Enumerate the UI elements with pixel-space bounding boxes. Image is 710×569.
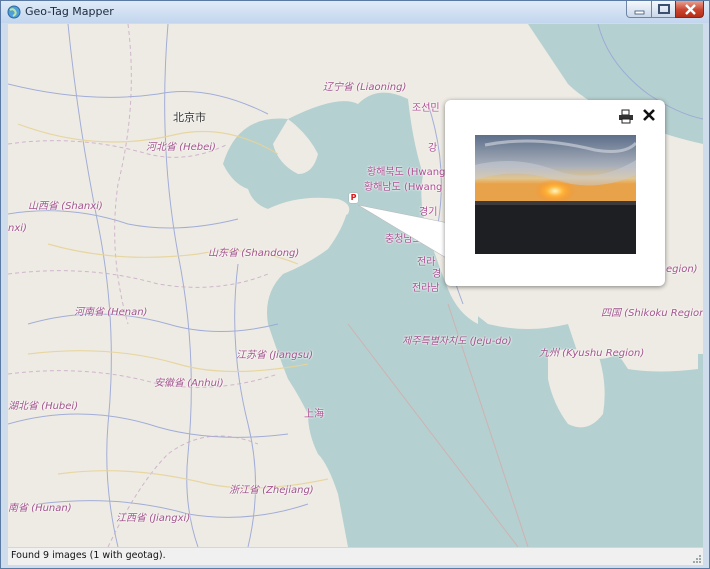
window-title: Geo-Tag Mapper <box>25 5 114 18</box>
maximize-button[interactable] <box>651 1 676 18</box>
close-icon[interactable] <box>641 107 657 123</box>
geotag-marker[interactable]: P <box>349 193 358 203</box>
print-icon[interactable] <box>618 109 634 124</box>
title-bar[interactable]: Geo-Tag Mapper <box>1 1 709 23</box>
photo-popup <box>445 100 665 286</box>
resize-grip-icon[interactable] <box>692 554 702 564</box>
sunset-photo[interactable] <box>475 135 636 254</box>
app-window: Geo-Tag Mapper 北京市 河北省 (Hebei) 辽宁省 (Liao… <box>0 0 710 569</box>
globe-icon <box>7 5 21 19</box>
minimize-button[interactable] <box>626 1 652 18</box>
map-view[interactable]: 北京市 河北省 (Hebei) 辽宁省 (Liaoning) 山西省 (Shan… <box>8 24 703 547</box>
close-button[interactable] <box>675 1 704 18</box>
status-text: Found 9 images (1 with geotag). <box>11 550 166 561</box>
status-bar: Found 9 images (1 with geotag). <box>8 547 703 565</box>
